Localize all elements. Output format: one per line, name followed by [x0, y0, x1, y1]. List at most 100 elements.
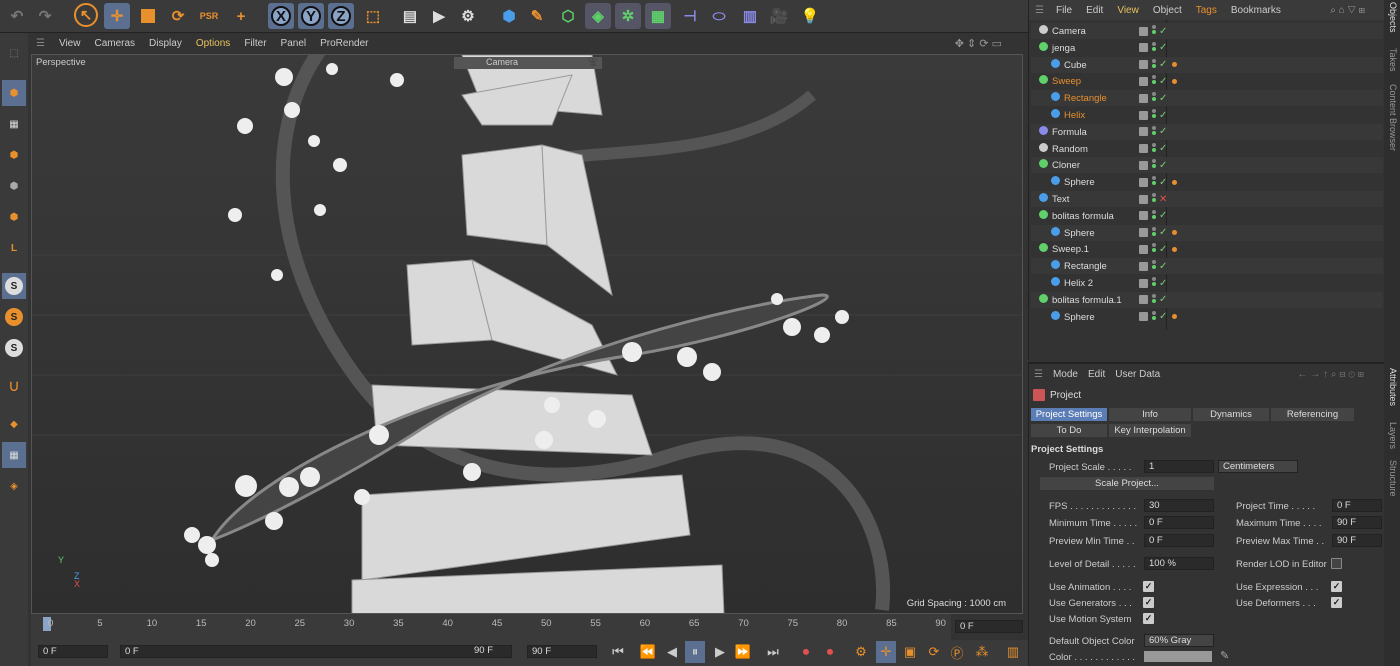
tab-objects[interactable]: Objects [1388, 2, 1398, 33]
project-time-field[interactable]: 0 F [1332, 499, 1382, 512]
visibility-dots[interactable] [1152, 58, 1157, 71]
visibility-dots[interactable] [1152, 142, 1157, 155]
use-animation-checkbox[interactable]: ✓ [1143, 581, 1154, 592]
object-row[interactable]: bolitas formula ✓ [1031, 208, 1383, 224]
record-icon[interactable]: ⏺ [796, 641, 816, 663]
tag-icon[interactable] [1172, 179, 1177, 185]
axis-mode-icon[interactable]: L [2, 235, 26, 261]
menu-view[interactable]: View [59, 38, 81, 49]
pen-spline-icon[interactable]: ✎ [524, 3, 550, 29]
undo-icon[interactable]: ↶ [4, 3, 30, 29]
object-row[interactable]: Sphere ✓ [1031, 224, 1383, 241]
object-row[interactable]: Cube ✓ [1031, 56, 1383, 73]
tag-icon[interactable] [1172, 62, 1177, 68]
object-row[interactable]: bolitas formula.1 ✓ [1031, 291, 1383, 308]
preview-max-field[interactable]: 90 F [1332, 534, 1382, 547]
tab-info[interactable]: Info [1109, 408, 1191, 421]
viewport-menu-handle[interactable]: ☰ [36, 38, 45, 49]
visibility-dots[interactable] [1152, 226, 1157, 239]
render-region-icon[interactable]: ▤ [397, 3, 423, 29]
enabled-icon[interactable]: ✓ [1159, 160, 1167, 171]
enabled-icon[interactable]: ✓ [1159, 76, 1167, 87]
tab-takes[interactable]: Takes [1388, 48, 1398, 72]
object-row[interactable]: Rectangle ✓ [1031, 258, 1383, 275]
prev-key-icon[interactable]: ⏪ [638, 641, 658, 663]
search-icon[interactable]: ⌕ ⌂ ▽ ⊞ [1330, 5, 1365, 16]
color-picker-icon[interactable]: ✎ [1220, 649, 1229, 662]
use-motion-checkbox[interactable]: ✓ [1143, 613, 1154, 624]
menu-cameras[interactable]: Cameras [94, 38, 135, 49]
snap-3-icon[interactable]: S [2, 335, 26, 361]
tab-layers[interactable]: Layers [1388, 422, 1398, 449]
project-scale-unit[interactable]: Centimeters [1218, 460, 1298, 473]
object-row[interactable]: Sweep ✓ [1031, 73, 1383, 89]
enabled-icon[interactable]: ✓ [1159, 294, 1167, 305]
end-frame-field[interactable]: 90 F [527, 645, 597, 658]
tab-to-do[interactable]: To Do [1031, 424, 1107, 437]
layer-checkbox[interactable] [1139, 60, 1148, 70]
range-start-field[interactable]: 0 F [120, 645, 512, 658]
attr-menu-user-data[interactable]: User Data [1115, 369, 1160, 380]
current-frame-field[interactable]: 0 F [955, 620, 1023, 633]
obj-menu-file[interactable]: File [1056, 5, 1072, 16]
layer-checkbox[interactable] [1139, 194, 1148, 204]
visibility-dots[interactable] [1152, 75, 1157, 87]
render-lod-checkbox[interactable] [1331, 558, 1342, 569]
tab-attributes[interactable]: Attributes [1388, 368, 1398, 406]
enabled-icon[interactable]: ✓ [1159, 244, 1167, 255]
obj-menu-handle[interactable]: ☰ [1035, 5, 1044, 16]
select-tool-icon[interactable]: ↖ [74, 3, 98, 27]
tag-icon[interactable] [1172, 230, 1177, 236]
floor-icon[interactable]: ▥ [737, 3, 763, 29]
enabled-icon[interactable]: ✓ [1159, 210, 1167, 221]
object-row[interactable]: jenga ✓ [1031, 40, 1383, 56]
tab-dynamics[interactable]: Dynamics [1193, 408, 1269, 421]
menu-options[interactable]: Options [196, 38, 230, 49]
field-icon[interactable]: ⬭ [706, 3, 732, 29]
polygons-mode-icon[interactable]: ⬢ [2, 204, 26, 230]
enabled-icon[interactable]: ✓ [1159, 42, 1167, 53]
visibility-dots[interactable] [1152, 176, 1157, 188]
use-generators-checkbox[interactable]: ✓ [1143, 597, 1154, 608]
layer-checkbox[interactable] [1139, 110, 1148, 120]
visibility-dots[interactable] [1152, 260, 1157, 272]
tag-icon[interactable] [1172, 314, 1177, 320]
default-color-select[interactable]: 60% Gray [1144, 634, 1214, 647]
attr-menu-handle[interactable]: ☰ [1034, 369, 1043, 380]
object-row[interactable]: Text ✕ [1031, 191, 1383, 207]
key-pla-icon[interactable]: ⁂ [972, 641, 992, 663]
menu-display[interactable]: Display [149, 38, 182, 49]
enabled-icon[interactable]: ✓ [1159, 26, 1167, 37]
redo-icon[interactable]: ↷ [32, 3, 58, 29]
layer-checkbox[interactable] [1139, 228, 1148, 238]
live-transform-icon[interactable]: + [228, 3, 254, 29]
visibility-dots[interactable] [1152, 159, 1157, 171]
object-row[interactable]: Helix 2 ✓ [1031, 275, 1383, 291]
subdivision-icon[interactable]: ⬡ [555, 3, 581, 29]
use-expression-checkbox[interactable]: ✓ [1331, 581, 1342, 592]
visibility-dots[interactable] [1152, 25, 1157, 37]
attr-menu-edit[interactable]: Edit [1088, 369, 1105, 380]
y-axis-icon[interactable]: Y [298, 3, 324, 29]
object-row[interactable]: Formula ✓ [1031, 123, 1383, 140]
camera-icon[interactable]: 🎥 [587, 57, 598, 68]
layer-checkbox[interactable] [1139, 93, 1148, 103]
tag-icon[interactable] [1172, 78, 1177, 84]
object-row[interactable]: Cloner ✓ [1031, 157, 1383, 174]
enabled-icon[interactable]: ✓ [1159, 227, 1167, 238]
layer-checkbox[interactable] [1139, 278, 1148, 288]
x-axis-icon[interactable]: X [268, 3, 294, 29]
object-row[interactable]: Sphere ✓ [1031, 309, 1383, 325]
next-frame-icon[interactable]: ▶ [710, 641, 730, 663]
enabled-icon[interactable]: ✓ [1159, 143, 1167, 154]
z-axis-icon[interactable]: Z [328, 3, 354, 29]
layer-checkbox[interactable] [1139, 43, 1148, 53]
fps-field[interactable]: 30 [1144, 499, 1214, 512]
points-mode-icon[interactable]: ⬢ [2, 142, 26, 168]
enabled-icon[interactable]: ✓ [1159, 59, 1167, 70]
visibility-dots[interactable] [1152, 293, 1157, 306]
pause-icon[interactable]: ⏸ [685, 641, 705, 663]
snap-icon[interactable]: S [2, 273, 26, 299]
obj-menu-view[interactable]: View [1117, 5, 1139, 16]
psr-tool-icon[interactable]: PSR [196, 3, 222, 29]
